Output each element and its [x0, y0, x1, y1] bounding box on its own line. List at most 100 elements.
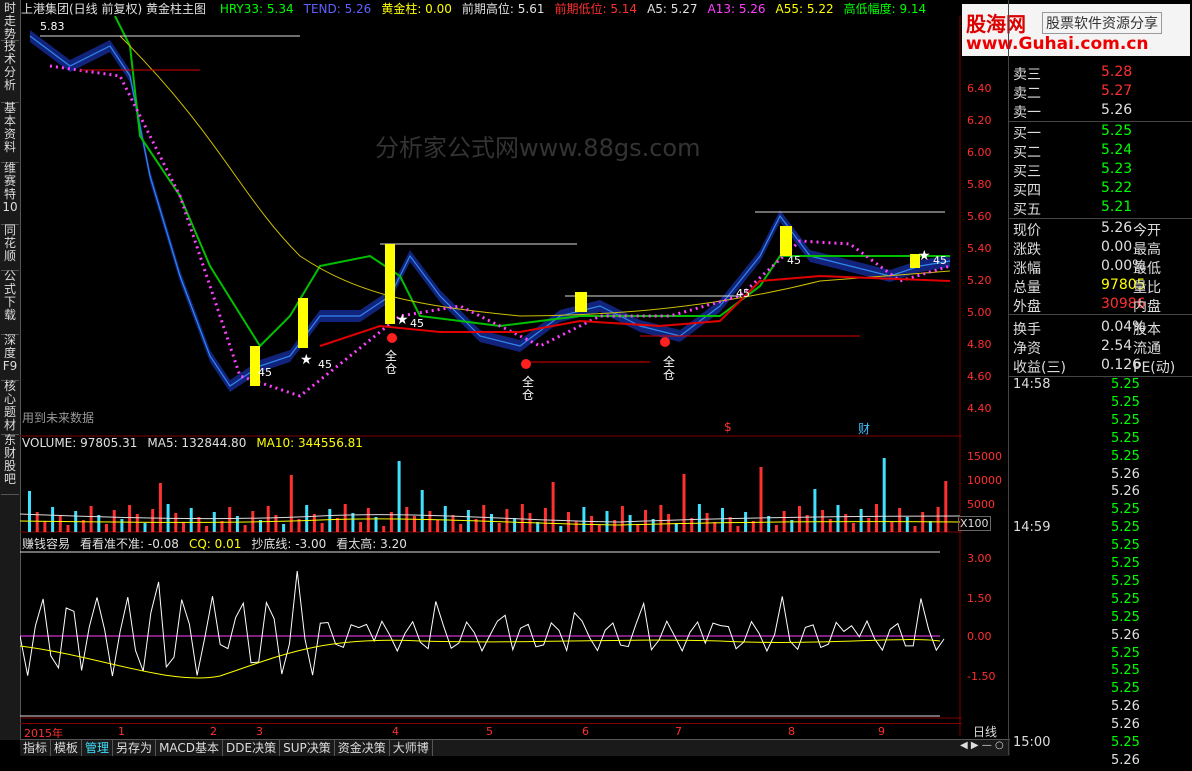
- price-tick-label: 5.80: [967, 178, 992, 191]
- tick-row: 5.25: [1011, 574, 1191, 592]
- zoom-in-button[interactable]: ○: [995, 740, 1004, 751]
- tick-row: 5.25: [1011, 538, 1191, 556]
- quote-label: 卖一: [1013, 105, 1041, 121]
- tick-price: 5.25: [1111, 735, 1140, 750]
- volume-bar: [728, 517, 732, 532]
- bottom-tab[interactable]: 大师博: [390, 740, 433, 756]
- volume-header: VOLUME: 97805.31 MA5: 132844.80 MA10: 3445…: [22, 436, 373, 450]
- gold-bar: [298, 298, 308, 348]
- left-tab[interactable]: 公式下载: [1, 268, 19, 335]
- volume-bar: [436, 520, 440, 532]
- header-indicator-value: 前期低位: 5.14: [554, 2, 638, 16]
- tick-price: 5.25: [1111, 663, 1140, 679]
- volume-bar: [828, 519, 832, 532]
- quote-value: 0.00: [1101, 239, 1133, 255]
- quote-value: 5.24: [1101, 142, 1133, 158]
- quote-row: 收益(三) 0.126 PE(动): [1011, 357, 1191, 376]
- quote-label: 外盘: [1013, 299, 1041, 315]
- quote-label: 量比: [1133, 280, 1161, 296]
- indicator-white-line: [20, 571, 945, 677]
- volume-bar: [66, 525, 70, 532]
- left-tab[interactable]: 时走势: [1, 0, 19, 41]
- volume-bar: [774, 525, 778, 532]
- bottom-tab[interactable]: SUP决策: [280, 740, 335, 756]
- tick-row: 5.25: [1011, 556, 1191, 574]
- tick-row: 14:59 5.25: [1011, 520, 1191, 538]
- marker-dollar: $: [724, 420, 732, 434]
- volume-multiplier[interactable]: X100: [958, 516, 991, 531]
- full-position-label: 全仓: [522, 375, 535, 402]
- bottom-tab[interactable]: 资金决策: [335, 740, 390, 756]
- left-tab[interactable]: 基本资料: [1, 100, 19, 163]
- tick-price: 5.25: [1111, 502, 1140, 518]
- left-tab[interactable]: 同花顺: [1, 222, 19, 271]
- future-data-note: 用到未来数据: [22, 411, 95, 425]
- left-tab[interactable]: 技术分析: [1, 38, 19, 103]
- tick-row: 5.26: [1011, 628, 1191, 646]
- left-tab[interactable]: 核心题材: [1, 378, 19, 435]
- volume-bar: [51, 507, 55, 532]
- volume-tick-label: 10000: [967, 474, 1002, 487]
- volume-bar: [112, 510, 116, 532]
- left-tab[interactable]: 维赛特10: [1, 160, 19, 225]
- bottom-tab[interactable]: 另存为: [113, 740, 157, 756]
- bottom-tab[interactable]: 管理: [82, 740, 114, 756]
- volume-bar: [667, 514, 671, 532]
- volume-bar: [636, 524, 640, 532]
- left-tab[interactable]: 深度F9: [1, 332, 19, 381]
- panel-header-value: 看看准不准: -0.08: [80, 537, 179, 551]
- header-indicator-value: A55: 5.22: [775, 2, 834, 16]
- header-indicator-value: 前期高位: 5.61: [461, 2, 545, 16]
- tick-row: 5.25: [1011, 431, 1191, 449]
- volume-bar: [875, 504, 878, 532]
- volume-bar: [690, 518, 694, 532]
- bottom-tab[interactable]: 指标: [20, 740, 52, 756]
- tick-row: 5.26: [1011, 699, 1191, 717]
- bottom-tab[interactable]: DDE决策: [223, 740, 281, 756]
- green-support-line: [114, 16, 950, 348]
- star-icon: ★: [300, 352, 313, 368]
- volume-bar: [497, 523, 501, 532]
- chart-header: 上港集团(日线 前复权) 黄金柱主图 HRY33: 5.34 TEND: 5.26…: [21, 0, 961, 16]
- header-indicator-value: 黄金柱: 0.00: [381, 2, 452, 16]
- indicator-tick-label: 1.50: [967, 592, 992, 605]
- volume-bar: [428, 511, 432, 532]
- bottom-tab[interactable]: MACD基本: [156, 740, 224, 756]
- quote-label: 卖二: [1013, 86, 1041, 102]
- tick-row: 5.26: [1011, 467, 1191, 485]
- volume-bar: [413, 516, 416, 532]
- quote-row: 现价 5.26 今开: [1011, 220, 1191, 239]
- quote-value: 5.25: [1101, 123, 1133, 139]
- tick-price: 5.25: [1111, 591, 1140, 607]
- volume-bar: [620, 506, 624, 532]
- quote-label: 总量: [1013, 280, 1041, 296]
- month-label: 2: [210, 725, 217, 738]
- quote-row: 买五 5.21: [1011, 199, 1191, 218]
- volume-bar: [859, 509, 863, 532]
- period-label[interactable]: 日线: [962, 723, 1008, 739]
- volume-bar: [143, 523, 147, 532]
- volume-bar: [420, 490, 424, 532]
- volume-bar: [836, 505, 840, 532]
- quote-label: 买一: [1013, 126, 1041, 142]
- bottom-tab[interactable]: 模板: [51, 740, 83, 756]
- tick-row: 5.25: [1011, 610, 1191, 628]
- volume-bar: [821, 510, 825, 532]
- quote-label: 今开: [1133, 223, 1161, 239]
- tick-price: 5.25: [1111, 394, 1140, 410]
- volume-bar: [205, 526, 209, 532]
- time-axis: 2015年 123456789: [20, 723, 962, 740]
- left-tab[interactable]: 东财股吧: [1, 432, 19, 495]
- price-tick-label: 5.20: [967, 274, 992, 287]
- price-tick-label: 5.00: [967, 306, 992, 319]
- volume-bar: [197, 517, 201, 532]
- volume-bar: [628, 515, 632, 532]
- full-position-label: 全仓: [663, 355, 676, 382]
- zoom-out-button[interactable]: —: [982, 740, 992, 751]
- scroll-right-icon[interactable]: ▶: [971, 740, 979, 751]
- tick-time: 14:58: [1013, 377, 1051, 392]
- panel-header-value: MA10: 344556.81: [256, 436, 363, 450]
- scroll-left-icon[interactable]: ◀: [960, 740, 968, 751]
- volume-bar: [228, 507, 232, 532]
- volume-bar: [890, 522, 894, 532]
